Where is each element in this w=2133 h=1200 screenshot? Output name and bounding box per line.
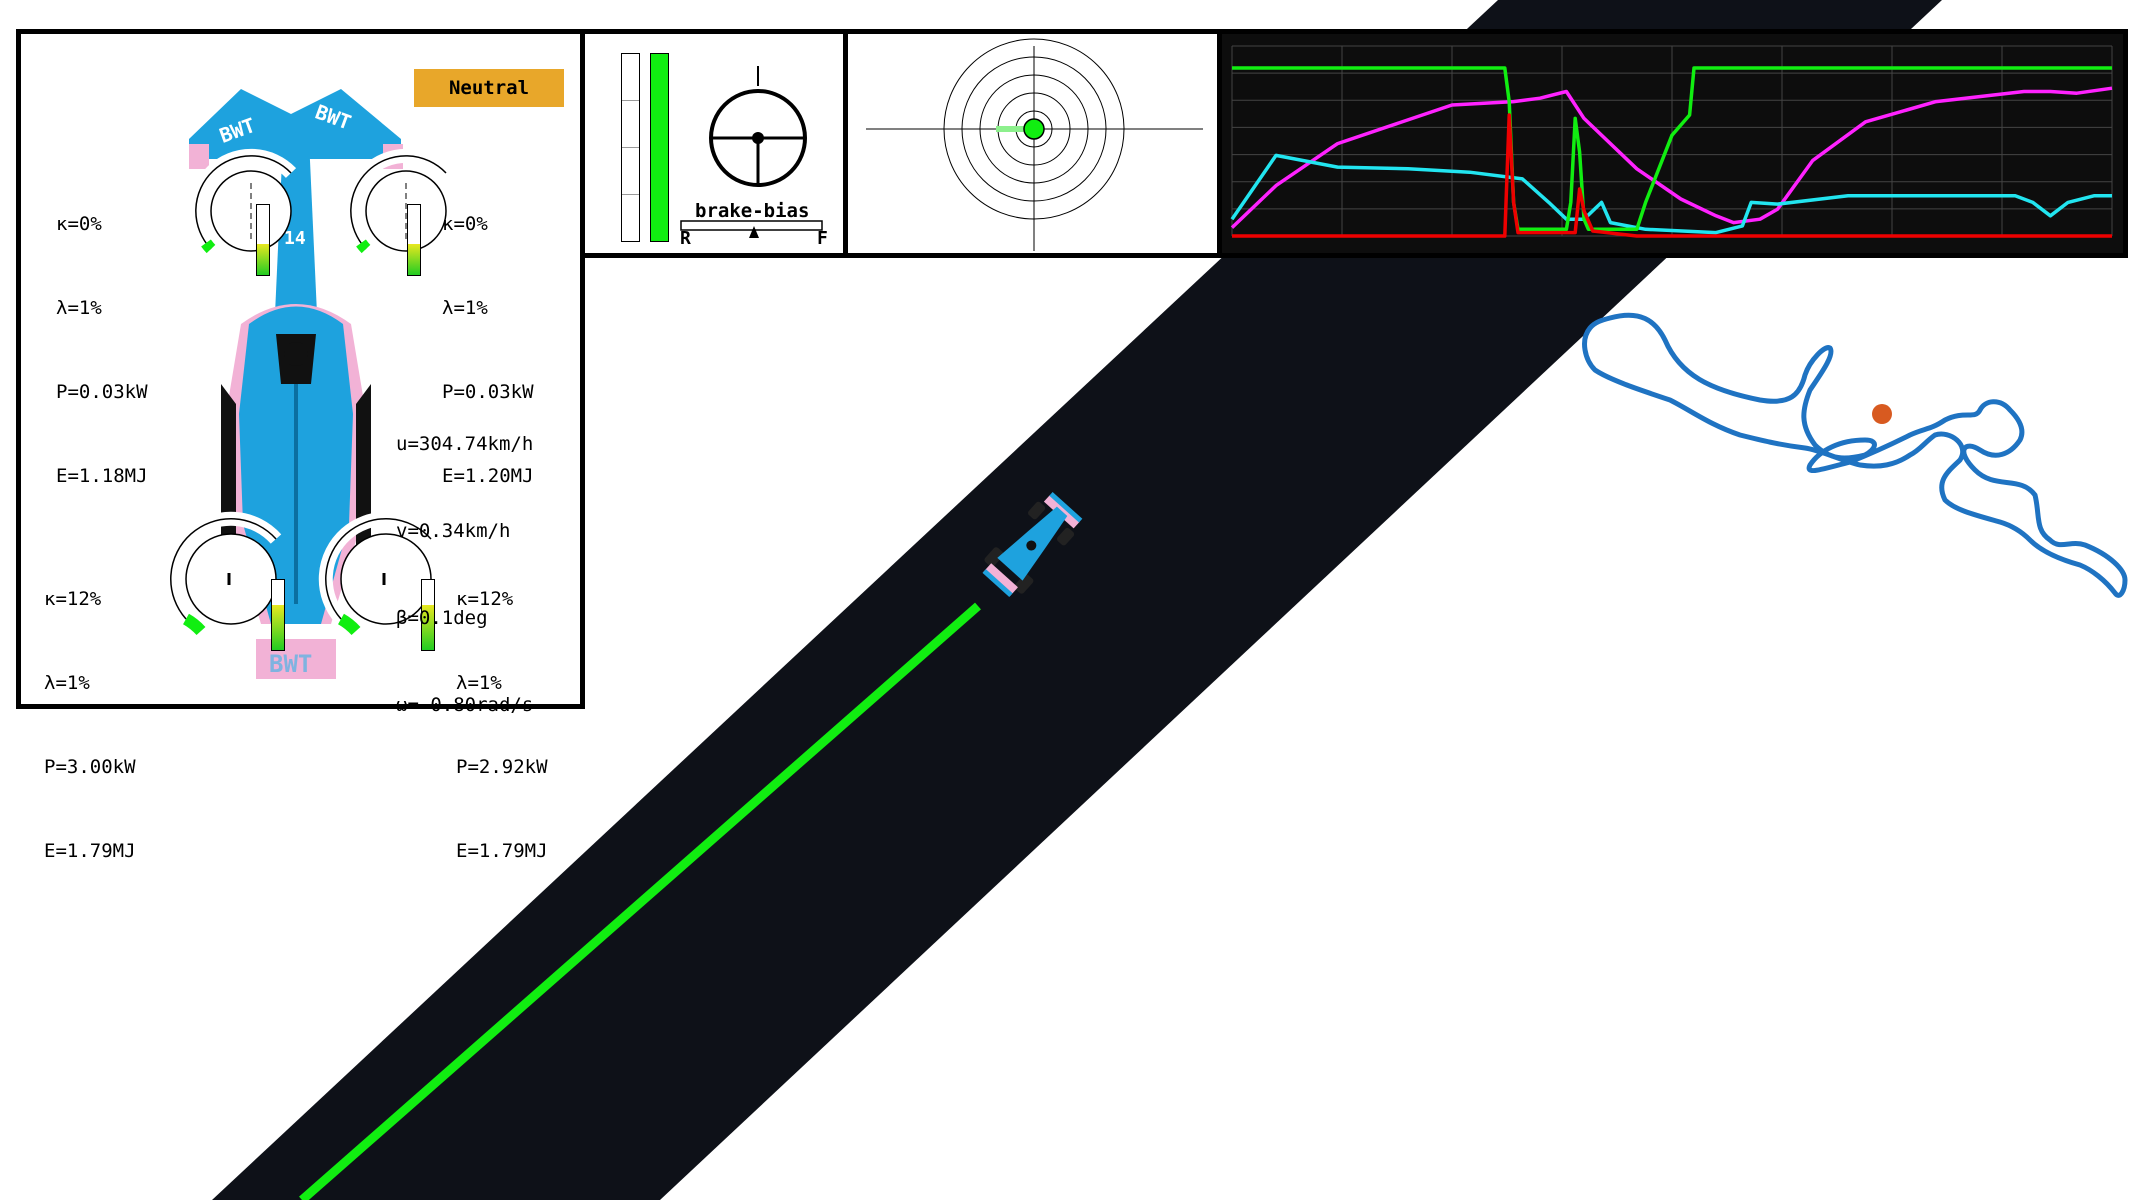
track-map: [1582, 312, 2128, 598]
throttle-pedal-bar: [650, 53, 669, 242]
lateral-speed: v=0.34km/h: [396, 520, 511, 542]
driver-input-panel: brake-bias R F: [580, 29, 848, 258]
wheel-fl-energy-bar: [256, 204, 270, 276]
brake-bias-rear-label: R: [680, 228, 691, 249]
telemetry-plot: [1230, 45, 2113, 238]
wheel-rl-kappa: κ=12%: [44, 588, 102, 610]
energy-bar-fill: [408, 243, 420, 275]
rear-wing-livery: BWT: [269, 650, 312, 678]
wheel-fr-lambda: λ=1%: [442, 297, 488, 319]
wheel-rl-lambda: λ=1%: [44, 672, 90, 694]
wheel-fl-telemetry: κ=0% λ=1% P=0.03kW E=1.18MJ: [56, 154, 148, 546]
wheel-fl-energy: E=1.18MJ: [56, 465, 148, 487]
telemetry-plot-panel: [1217, 29, 2128, 258]
race-car-on-track: [982, 492, 1083, 597]
gg-current-point: [1023, 118, 1045, 140]
wheel-fl-power: P=0.03kW: [56, 381, 148, 403]
energy-bar-fill: [257, 243, 269, 275]
wheel-rl-power: P=3.00kW: [44, 756, 136, 778]
gear-status-badge: Neutral: [414, 69, 564, 107]
wheel-fr-kappa: κ=0%: [442, 213, 488, 235]
telemetry-grid: [1231, 45, 2113, 237]
steering-wheel-icon: [709, 66, 807, 187]
wheel-fr-energy-bar: [407, 204, 421, 276]
wheel-fl-kappa: κ=0%: [56, 213, 102, 235]
track-outline: [1582, 312, 2128, 598]
throttle-bar-fill: [651, 54, 668, 241]
wheel-rl-energy: E=1.79MJ: [44, 840, 136, 862]
car-status-panel: Neutral BWT BWT 14 BWT κ=0% λ=1% P=0.03k…: [16, 29, 585, 862]
yaw-rate: ω=-0.80rad/s: [396, 694, 534, 716]
brake-bias-label: brake-bias: [695, 200, 810, 222]
slip-angle: β=0.1deg: [396, 607, 488, 629]
wheel-fl-gauge: [188, 148, 297, 254]
gg-diagram-panel: [843, 29, 1222, 258]
brake-bias-slider: [680, 220, 823, 238]
wheel-rl-energy-bar: [271, 579, 285, 651]
wheel-rr-energy: E=1.79MJ: [456, 840, 548, 862]
vehicle-state-readout: u=304.74km/h v=0.34km/h β=0.1deg ω=-0.80…: [396, 372, 533, 778]
energy-bar-fill: [272, 604, 284, 650]
brake-pedal-bar: [621, 53, 640, 242]
wheel-rl-telemetry: κ=12% λ=1% P=3.00kW E=1.79MJ: [44, 529, 136, 921]
brake-bias-front-label: F: [817, 228, 828, 249]
wheel-fl-lambda: λ=1%: [56, 297, 102, 319]
longitudinal-speed: u=304.74km/h: [396, 433, 534, 455]
car-position-marker: [1872, 404, 1892, 424]
gg-diagram: [866, 38, 1203, 251]
